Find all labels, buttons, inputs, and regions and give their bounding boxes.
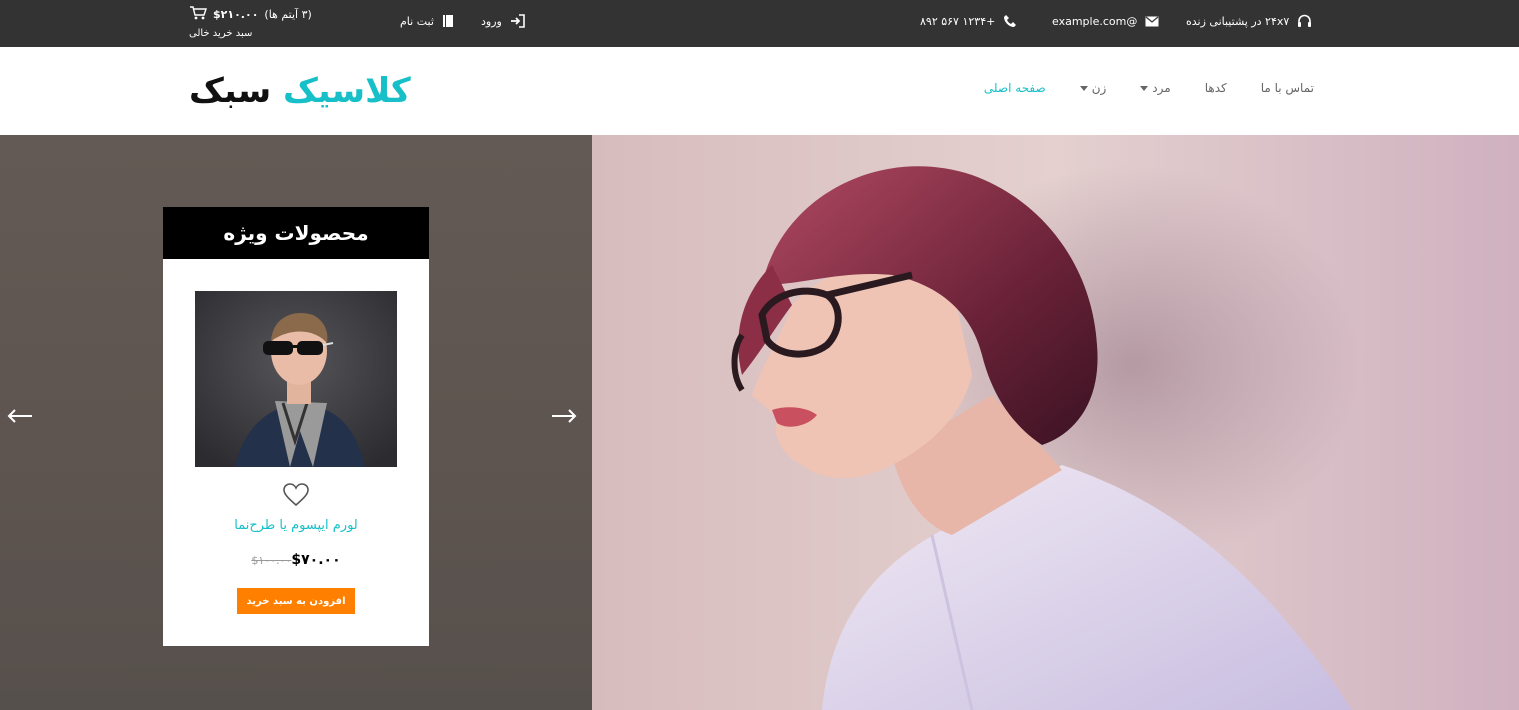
nav-item-contact[interactable]: تماس با ما (1261, 81, 1314, 95)
cart-total: $۲۱۰.۰۰ (213, 8, 259, 21)
headphones-icon (1297, 14, 1312, 28)
featured-heading: محصولات ویژه (163, 207, 429, 259)
wishlist-button[interactable] (283, 483, 309, 507)
top-bar: $۲۱۰.۰۰ (۳ آیتم ها) سبد خرید خالی ثبت نا… (0, 0, 1519, 47)
chevron-down-icon (1079, 85, 1088, 91)
new-price: $۷۰.۰۰ (291, 552, 341, 568)
cart-icon[interactable] (189, 5, 207, 24)
nav-item-home[interactable]: صفحه اصلی (984, 81, 1046, 95)
cart-status: سبد خرید خالی (189, 28, 253, 39)
email-address: @example.com (1052, 14, 1138, 28)
support-info: ۲۴x۷ در پشتیبانی زنده (1186, 11, 1312, 31)
cart-summary[interactable]: $۲۱۰.۰۰ (۳ آیتم ها) (189, 5, 329, 24)
nav-item-men[interactable]: مرد (1140, 81, 1171, 95)
slider-prev-button[interactable] (5, 405, 35, 429)
register-link[interactable]: ثبت نام (400, 11, 454, 31)
slider-next-button[interactable] (549, 405, 579, 429)
envelope-icon (1145, 16, 1159, 27)
nav-codes-label: کدها (1204, 81, 1227, 95)
nav-contact-label: تماس با ما (1260, 81, 1314, 95)
logo-accent: کلاسیک (282, 71, 411, 111)
phone-icon (1003, 14, 1017, 28)
phone-number: +۱۲۳۴ ۵۶۷ ۸۹۲ (920, 14, 996, 28)
product-image[interactable] (195, 291, 397, 467)
book-icon (442, 14, 454, 28)
product-title-link[interactable]: لورم ایپسوم یا طرح‌نما (163, 518, 429, 533)
nav-home-label: صفحه اصلی (983, 81, 1046, 95)
site-logo[interactable]: کلاسیک سبک (189, 69, 411, 113)
logo-dark: سبک (189, 71, 272, 111)
login-link[interactable]: ورود (481, 11, 526, 31)
nav-item-codes[interactable]: کدها (1205, 81, 1227, 95)
register-label: ثبت نام (400, 14, 434, 28)
email-info: @example.com (1052, 11, 1159, 31)
phone-info: +۱۲۳۴ ۵۶۷ ۸۹۲ (920, 11, 1017, 31)
old-price: $۱۰۰.۰۰ (251, 554, 292, 567)
product-prices: $۱۰۰.۰۰$۷۰.۰۰ (163, 552, 429, 568)
hero-woman-illustration (592, 135, 1519, 710)
cart-items-count: (۳ آیتم ها) (264, 8, 312, 21)
chevron-down-icon (1140, 85, 1149, 91)
hero-slider: محصولات ویژه (0, 135, 1519, 710)
heart-icon (283, 483, 309, 511)
login-label: ورود (481, 14, 502, 28)
nav-item-women[interactable]: زن (1079, 81, 1107, 95)
nav-women-label: زن (1091, 81, 1107, 95)
site-header: کلاسیک سبک صفحه اصلی زن مرد کدها تماس با… (0, 47, 1519, 135)
arrow-left-icon (7, 408, 33, 427)
nav-men-label: مرد (1152, 81, 1171, 95)
support-text: ۲۴x۷ در پشتیبانی زنده (1186, 14, 1290, 28)
main-nav: صفحه اصلی زن مرد کدها تماس با ما (984, 81, 1314, 95)
hero-image (592, 135, 1519, 710)
sign-in-icon (510, 14, 526, 28)
add-to-cart-button[interactable]: افزودن به سبد خرید (237, 588, 355, 614)
featured-product-card: محصولات ویژه (163, 207, 429, 646)
arrow-right-icon (551, 408, 577, 427)
mini-cart[interactable]: $۲۱۰.۰۰ (۳ آیتم ها) سبد خرید خالی (189, 5, 329, 39)
